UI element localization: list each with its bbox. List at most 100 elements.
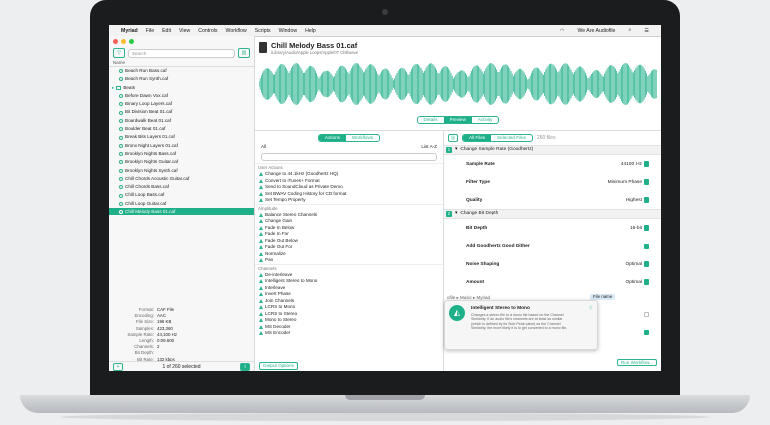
file-row[interactable]: Binary Loop Layers.caf	[109, 100, 254, 108]
add-button[interactable]: +	[113, 362, 123, 371]
setting-value[interactable]: Minimum Phase	[608, 179, 649, 185]
menu-view[interactable]: View	[179, 28, 190, 34]
tooltip-title: Intelligent Stereo to Mono	[471, 306, 530, 311]
columns-icon[interactable]: ▥	[238, 48, 250, 58]
menu-workflow[interactable]: Workflow	[226, 28, 247, 34]
info-button[interactable]: i	[240, 362, 250, 371]
tab-preview[interactable]: Preview	[443, 117, 472, 123]
setting-value[interactable]: 44100 Hz	[621, 161, 649, 167]
step-header[interactable]: 1 ▾ Change Sample Rate (Goodhertz)	[444, 145, 661, 155]
close-icon[interactable]	[113, 39, 118, 44]
checkbox[interactable]	[644, 243, 649, 249]
favorite-star-icon[interactable]: ☆	[589, 305, 593, 311]
file-row[interactable]: Boardwalk Beat 01.caf	[109, 117, 254, 125]
file-row[interactable]: Brooklyn Nights Synth.caf	[109, 167, 254, 175]
checkbox[interactable]	[644, 329, 649, 335]
disclosure-icon[interactable]: ▾	[455, 210, 457, 218]
value-text: 44100	[620, 161, 635, 167]
sidebar-footer: + 1 of 260 selected i	[109, 361, 254, 371]
tab-selected-files[interactable]: Selected Files	[491, 135, 532, 141]
name-column-header[interactable]: Name	[109, 59, 254, 67]
option-value[interactable]	[644, 329, 649, 335]
menu-file[interactable]: File	[146, 28, 154, 34]
tab-actions[interactable]: Actions	[318, 135, 346, 141]
file-row[interactable]: Brooklyn Nights Guitar.caf	[109, 158, 254, 166]
menu-scripts[interactable]: Scripts	[255, 28, 271, 34]
menu-window[interactable]: Window	[279, 28, 297, 34]
actions-search-input[interactable]	[261, 153, 437, 161]
run-workflow-button[interactable]: Run Workflow...	[616, 359, 657, 366]
workflow-icon[interactable]: ◎	[448, 134, 458, 142]
file-row[interactable]: Beach Run Bass.caf	[109, 67, 254, 75]
file-name: Boardwalk Beat 01.caf	[125, 117, 171, 123]
search-icon[interactable]: ⌕	[628, 27, 631, 34]
step-title: Change Sample Rate (Goodhertz)	[460, 147, 534, 152]
file-path: /Library/Audio/Apple Loops/Apple/07 Chil…	[271, 49, 359, 55]
setting-value[interactable]: Optimal	[625, 279, 649, 285]
action-item[interactable]: MS Encoder	[255, 330, 443, 337]
stepper-icon[interactable]	[644, 261, 649, 267]
checkbox[interactable]	[644, 311, 649, 317]
action-icon	[259, 198, 263, 203]
group-row[interactable]: ▸ Beats	[109, 84, 254, 92]
file-name: Bronx Night Layers 01.caf	[125, 142, 178, 148]
action-tooltip: ◭ Intelligent Stereo to Mono ☆ Changes a…	[444, 300, 598, 350]
user-name[interactable]: We Are Audiofile	[577, 28, 615, 34]
laptop-shadow	[60, 413, 710, 421]
file-row[interactable]: Chill Chords Acoustic Guitar.caf	[109, 175, 254, 183]
file-row[interactable]: Chill Chords Bass.caf	[109, 183, 254, 191]
setting-value[interactable]: 16-bit	[630, 225, 649, 231]
disclosure-icon[interactable]: ▾	[455, 146, 457, 154]
file-row[interactable]: Chill Loop Guitar.caf	[109, 200, 254, 208]
file-status-icon	[119, 110, 123, 115]
file-row[interactable]: Beach Run Synth.caf	[109, 75, 254, 83]
action-icon	[259, 318, 263, 323]
step-header[interactable]: 2 ▾ Change Bit Depth	[444, 209, 661, 219]
setting-value[interactable]	[644, 243, 649, 249]
filter-dropdown[interactable]: All	[261, 144, 266, 149]
stepper-icon[interactable]	[644, 179, 649, 185]
minimize-icon[interactable]	[121, 39, 126, 44]
tab-all-files[interactable]: All Files	[463, 135, 492, 141]
output-options-button[interactable]: Output Options	[259, 362, 298, 370]
action-icon	[259, 305, 263, 310]
menu-help[interactable]: Help	[305, 28, 316, 34]
tab-workflows[interactable]: Workflows	[346, 135, 379, 141]
filter-icon[interactable]: ▽	[113, 48, 125, 58]
file-row[interactable]: Before Dawn Vox.caf	[109, 92, 254, 100]
list-icon[interactable]: ☰	[644, 28, 649, 34]
stepper-icon[interactable]	[644, 197, 649, 203]
run-area: Run Workflow...	[616, 359, 657, 366]
menu-edit[interactable]: Edit	[162, 28, 171, 34]
zoom-icon[interactable]	[129, 39, 134, 44]
search-input[interactable]: Search	[128, 48, 235, 58]
setting-value[interactable]: Highest	[626, 197, 649, 203]
file-row[interactable]: Bit Division Beat 01.caf	[109, 108, 254, 116]
menu-controls[interactable]: Controls	[198, 28, 217, 34]
tab-details[interactable]: Details	[418, 117, 444, 123]
file-row[interactable]: Boulder Beat 01.caf	[109, 125, 254, 133]
actions-section-header: Amplitude	[255, 203, 443, 212]
stepper-icon[interactable]	[644, 279, 649, 285]
file-name: Brooklyn Nights Guitar.caf	[125, 159, 179, 165]
setting-value[interactable]: Optimal	[625, 261, 649, 267]
option-value[interactable]	[644, 311, 649, 317]
stepper-icon[interactable]	[644, 161, 649, 167]
sort-dropdown[interactable]: List A-Z	[421, 144, 437, 149]
tab-activity[interactable]: Activity	[472, 117, 499, 123]
action-icon	[259, 311, 263, 316]
file-row[interactable]: Bronx Night Layers 01.caf	[109, 142, 254, 150]
action-label: Set Tempo Property	[265, 197, 306, 202]
file-row[interactable]: Chill Loop Bass.caf	[109, 191, 254, 199]
file-row[interactable]: Brooklyn Nights Bass.caf	[109, 150, 254, 158]
file-status-icon	[119, 177, 123, 181]
file-row[interactable]: Break Bits Layers 01.caf	[109, 133, 254, 141]
file-status-icon	[119, 143, 123, 148]
disclosure-icon[interactable]: ▸	[112, 84, 114, 92]
waveform[interactable]	[259, 59, 657, 109]
file-name: Beach Run Synth.caf	[125, 76, 169, 82]
wifi-icon[interactable]: ◠	[560, 28, 565, 34]
stepper-icon[interactable]	[644, 225, 649, 231]
file-row[interactable]: Chill Melody Bass 01.caf	[109, 208, 254, 215]
menu-app-name[interactable]: Myriad	[121, 28, 138, 34]
